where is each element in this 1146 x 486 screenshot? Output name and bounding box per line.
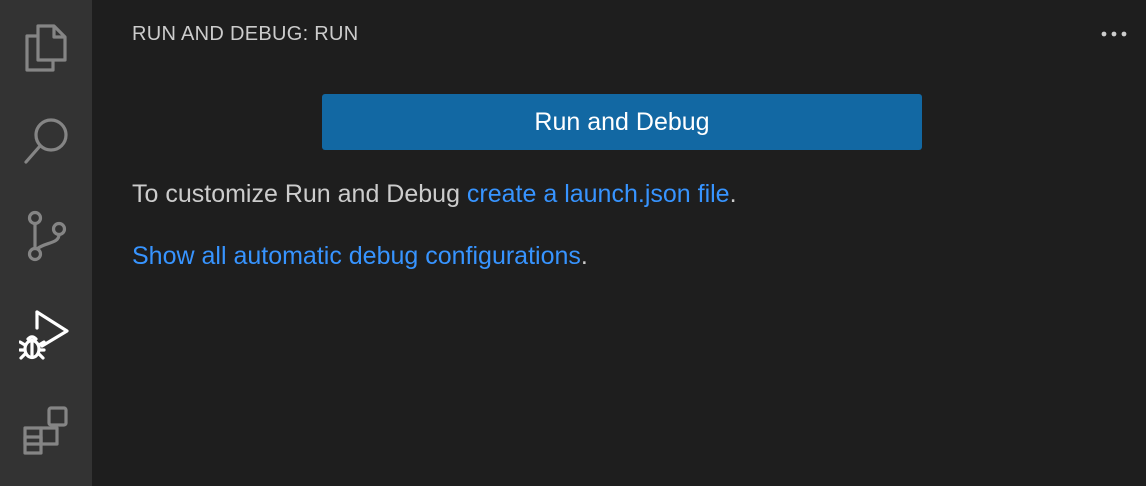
activity-bar bbox=[0, 0, 92, 486]
customize-message: To customize Run and Debug create a laun… bbox=[132, 178, 737, 210]
more-actions-button[interactable] bbox=[1098, 18, 1130, 50]
search-icon bbox=[21, 116, 71, 168]
run-and-debug-view: RUN AND DEBUG: RUN Run and Debug To cust… bbox=[92, 0, 1146, 486]
files-icon bbox=[22, 22, 70, 74]
run-debug-icon bbox=[19, 306, 73, 362]
more-horizontal-icon bbox=[1100, 25, 1128, 43]
activity-item-extensions[interactable] bbox=[0, 382, 92, 478]
run-and-debug-button[interactable]: Run and Debug bbox=[322, 94, 922, 150]
customize-prefix-text: To customize Run and Debug bbox=[132, 180, 467, 208]
customize-suffix-text: . bbox=[729, 180, 737, 208]
extensions-icon bbox=[21, 405, 71, 455]
activity-item-search[interactable] bbox=[0, 94, 92, 190]
view-title: RUN AND DEBUG: RUN bbox=[132, 23, 359, 45]
show-all-suffix-text: . bbox=[580, 242, 588, 270]
activity-item-explorer[interactable] bbox=[0, 0, 92, 96]
vscode-window: RUN AND DEBUG: RUN Run and Debug To cust… bbox=[0, 0, 1146, 486]
show-all-debug-configurations-link[interactable]: Show all automatic debug configurations bbox=[132, 242, 581, 270]
activity-item-run-and-debug[interactable] bbox=[0, 286, 92, 382]
create-launch-json-link[interactable]: create a launch.json file bbox=[467, 180, 730, 208]
show-all-message: Show all automatic debug configurations. bbox=[132, 240, 588, 272]
activity-item-source-control[interactable] bbox=[0, 188, 92, 284]
source-control-icon bbox=[23, 209, 69, 263]
